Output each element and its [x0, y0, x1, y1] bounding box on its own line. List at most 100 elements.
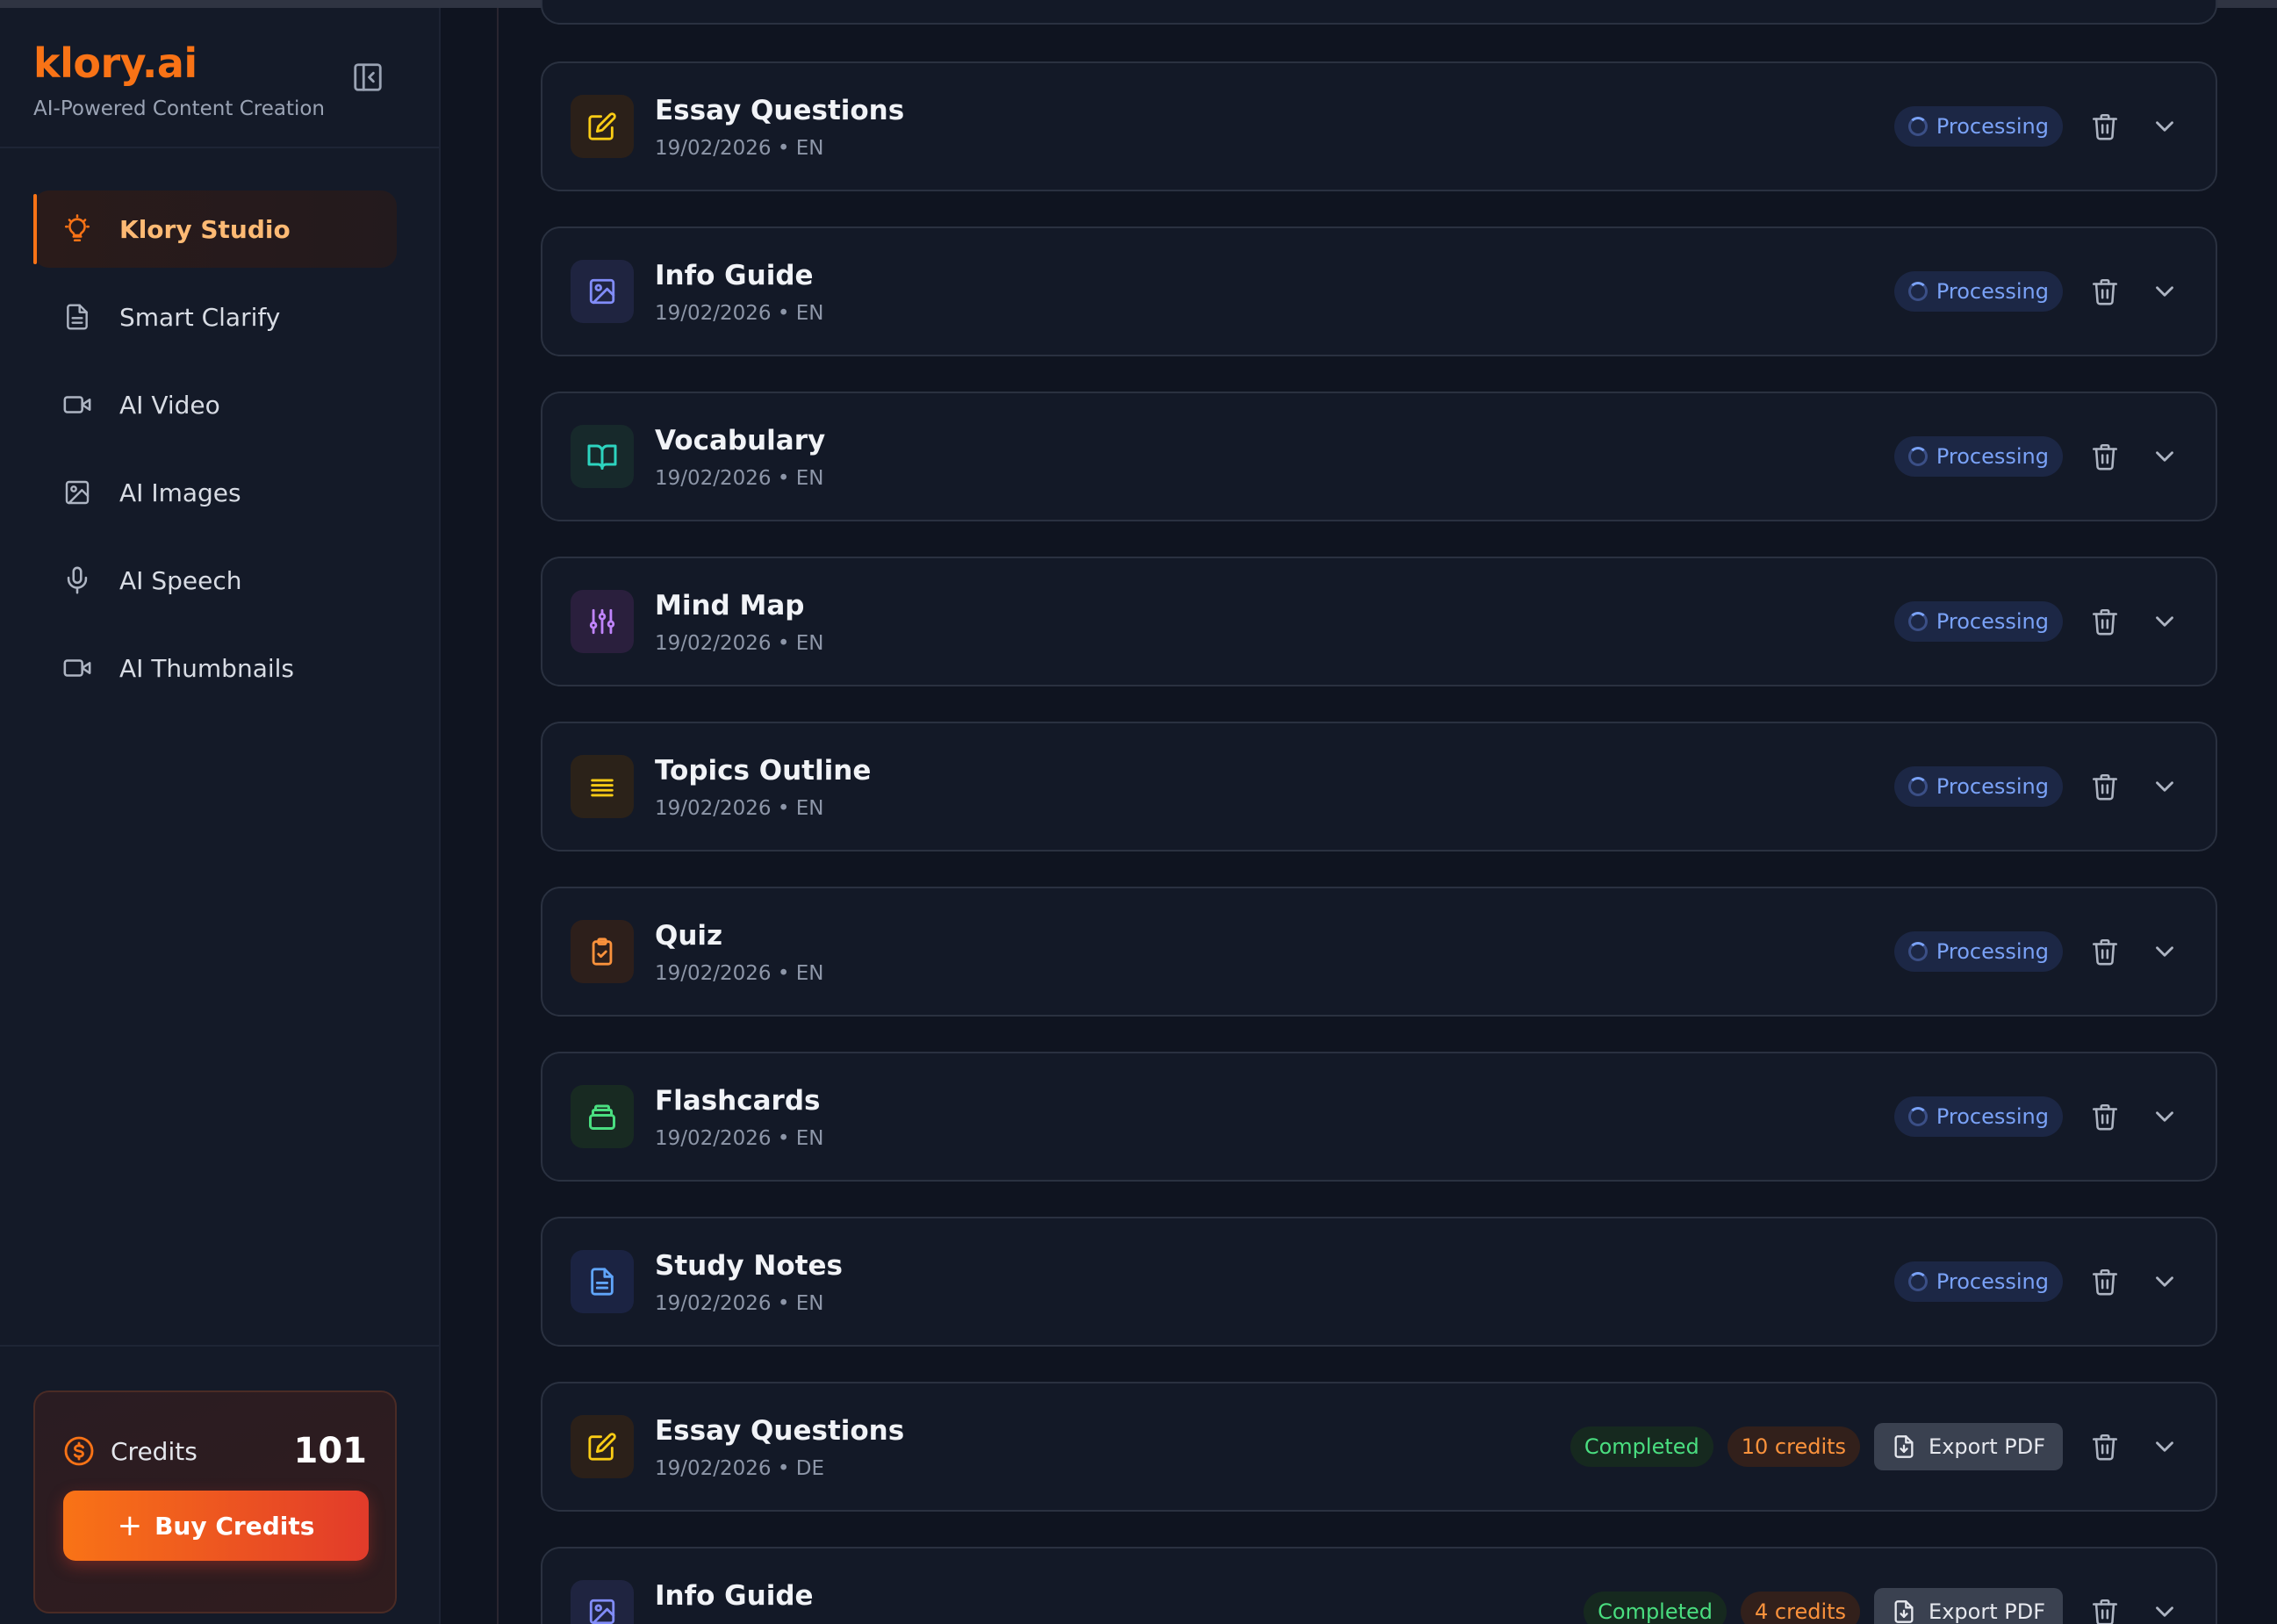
plus-icon: + — [117, 1508, 143, 1543]
status-badge: Completed — [1569, 1426, 1713, 1467]
expand-button[interactable] — [2145, 1427, 2184, 1466]
spinner-icon — [1907, 117, 1928, 136]
sidebar-item-ai-thumbnails[interactable]: AI Thumbnails — [33, 629, 397, 707]
delete-button[interactable] — [2086, 767, 2124, 806]
item-meta: 19/02/2026 • EN — [655, 137, 824, 160]
item-title: Info Guide — [655, 260, 814, 291]
item-meta: 19/02/2026 • EN — [655, 302, 824, 325]
sliders-icon — [571, 590, 634, 653]
status-badge: Processing — [1893, 106, 2063, 147]
expand-button[interactable] — [2145, 932, 2184, 971]
sidebar-item-ai-images[interactable]: AI Images — [33, 454, 397, 531]
clipboard-check-icon — [571, 920, 634, 983]
sidebar-divider — [0, 1345, 439, 1347]
expand-button[interactable] — [2145, 1592, 2184, 1624]
status-label: Processing — [1936, 939, 2049, 964]
sidebar-item-klory-studio[interactable]: Klory Studio — [33, 190, 397, 268]
export-pdf-button[interactable]: Export PDF — [1874, 1423, 2063, 1470]
content-rail — [497, 8, 499, 1624]
list-item[interactable]: Vocabulary 19/02/2026 • EN Processing — [541, 392, 2217, 521]
credits-balance: 101 — [293, 1431, 368, 1471]
credits-panel: Credits 101 + Buy Credits — [33, 1390, 397, 1613]
trash-icon — [2092, 773, 2118, 801]
item-actions: Processing — [1893, 228, 2184, 355]
expand-button[interactable] — [2145, 107, 2184, 146]
trash-icon — [2092, 278, 2118, 305]
list-item[interactable]: Essay Questions 19/02/2026 • DE Complete… — [541, 1382, 2217, 1512]
credits-badge: 4 credits — [1741, 1592, 1861, 1624]
delete-button[interactable] — [2086, 932, 2124, 971]
list-item[interactable]: Flashcards 19/02/2026 • EN Processing — [541, 1052, 2217, 1182]
spinner-icon — [1907, 777, 1928, 796]
delete-button[interactable] — [2086, 437, 2124, 476]
brand-logo[interactable]: klory.ai — [33, 40, 325, 87]
sidebar-item-label: Klory Studio — [119, 214, 291, 244]
trash-icon — [2092, 1434, 2118, 1461]
status-badge: Processing — [1893, 766, 2063, 807]
trash-icon — [2092, 608, 2118, 636]
list-item[interactable] — [541, 0, 2217, 25]
delete-button[interactable] — [2086, 1592, 2124, 1624]
item-title: Essay Questions — [655, 1415, 905, 1447]
item-actions: Processing — [1893, 63, 2184, 190]
sidebar-item-smart-clarify[interactable]: Smart Clarify — [33, 278, 397, 356]
document-icon — [571, 1250, 634, 1313]
list-item[interactable]: Essay Questions 19/02/2026 • EN Processi… — [541, 61, 2217, 191]
sidebar-item-label: AI Images — [119, 478, 241, 507]
item-title: Flashcards — [655, 1085, 821, 1117]
collapse-sidebar-button[interactable] — [351, 61, 384, 94]
chevron-down-icon — [2156, 781, 2173, 792]
status-label: Processing — [1936, 1104, 2049, 1129]
expand-button[interactable] — [2145, 1097, 2184, 1136]
expand-button[interactable] — [2145, 602, 2184, 641]
expand-button[interactable] — [2145, 272, 2184, 311]
status-badge: Processing — [1893, 931, 2063, 972]
chevron-down-icon — [2156, 1276, 2173, 1287]
list-item[interactable]: Study Notes 19/02/2026 • EN Processing — [541, 1217, 2217, 1347]
dollar-coin-icon — [64, 1436, 94, 1466]
list-item[interactable]: Topics Outline 19/02/2026 • EN Processin… — [541, 722, 2217, 852]
file-download-icon — [1894, 1435, 1914, 1458]
item-actions: Completed 10 credits Export PDF — [1569, 1383, 2184, 1510]
item-title: Topics Outline — [655, 755, 872, 787]
list-item[interactable]: Info Guide Completed 4 credits Export PD… — [541, 1547, 2217, 1624]
spinner-icon — [1907, 1107, 1928, 1126]
delete-button[interactable] — [2086, 107, 2124, 146]
sidebar-item-ai-speech[interactable]: AI Speech — [33, 542, 397, 619]
status-label: Processing — [1936, 114, 2049, 139]
expand-button[interactable] — [2145, 1262, 2184, 1301]
sidebar-collapse-icon — [354, 63, 382, 91]
delete-button[interactable] — [2086, 1262, 2124, 1301]
list-item[interactable]: Mind Map 19/02/2026 • EN Processing — [541, 557, 2217, 686]
buy-credits-button[interactable]: + Buy Credits — [63, 1491, 369, 1561]
video-icon — [61, 652, 93, 684]
delete-button[interactable] — [2086, 1427, 2124, 1466]
trash-icon — [2092, 113, 2118, 140]
status-badge: Processing — [1893, 436, 2063, 477]
item-meta: 19/02/2026 • EN — [655, 1127, 824, 1150]
sidebar-item-ai-video[interactable]: AI Video — [33, 366, 397, 443]
item-meta: 19/02/2026 • EN — [655, 962, 824, 985]
list-item[interactable]: Quiz 19/02/2026 • EN Processing — [541, 887, 2217, 1017]
item-meta: 19/02/2026 • EN — [655, 632, 824, 655]
spinner-icon — [1907, 282, 1928, 301]
expand-button[interactable] — [2145, 767, 2184, 806]
book-open-icon — [571, 425, 634, 488]
status-label: Processing — [1936, 774, 2049, 799]
chevron-down-icon — [2156, 451, 2173, 462]
delete-button[interactable] — [2086, 272, 2124, 311]
delete-button[interactable] — [2086, 602, 2124, 641]
credits-row: Credits 101 — [63, 1431, 367, 1471]
sidebar-item-label: AI Speech — [119, 565, 242, 595]
delete-button[interactable] — [2086, 1097, 2124, 1136]
list-item[interactable]: Info Guide 19/02/2026 • EN Processing — [541, 226, 2217, 356]
sidebar-item-label: Smart Clarify — [119, 302, 281, 332]
expand-button[interactable] — [2145, 437, 2184, 476]
chevron-down-icon — [2156, 1441, 2173, 1452]
status-badge: Processing — [1893, 1261, 2063, 1302]
sidebar-item-label: AI Video — [119, 390, 220, 420]
trash-icon — [2092, 443, 2118, 471]
document-icon — [61, 301, 93, 333]
export-pdf-button[interactable]: Export PDF — [1874, 1588, 2063, 1624]
item-actions: Processing — [1893, 558, 2184, 685]
